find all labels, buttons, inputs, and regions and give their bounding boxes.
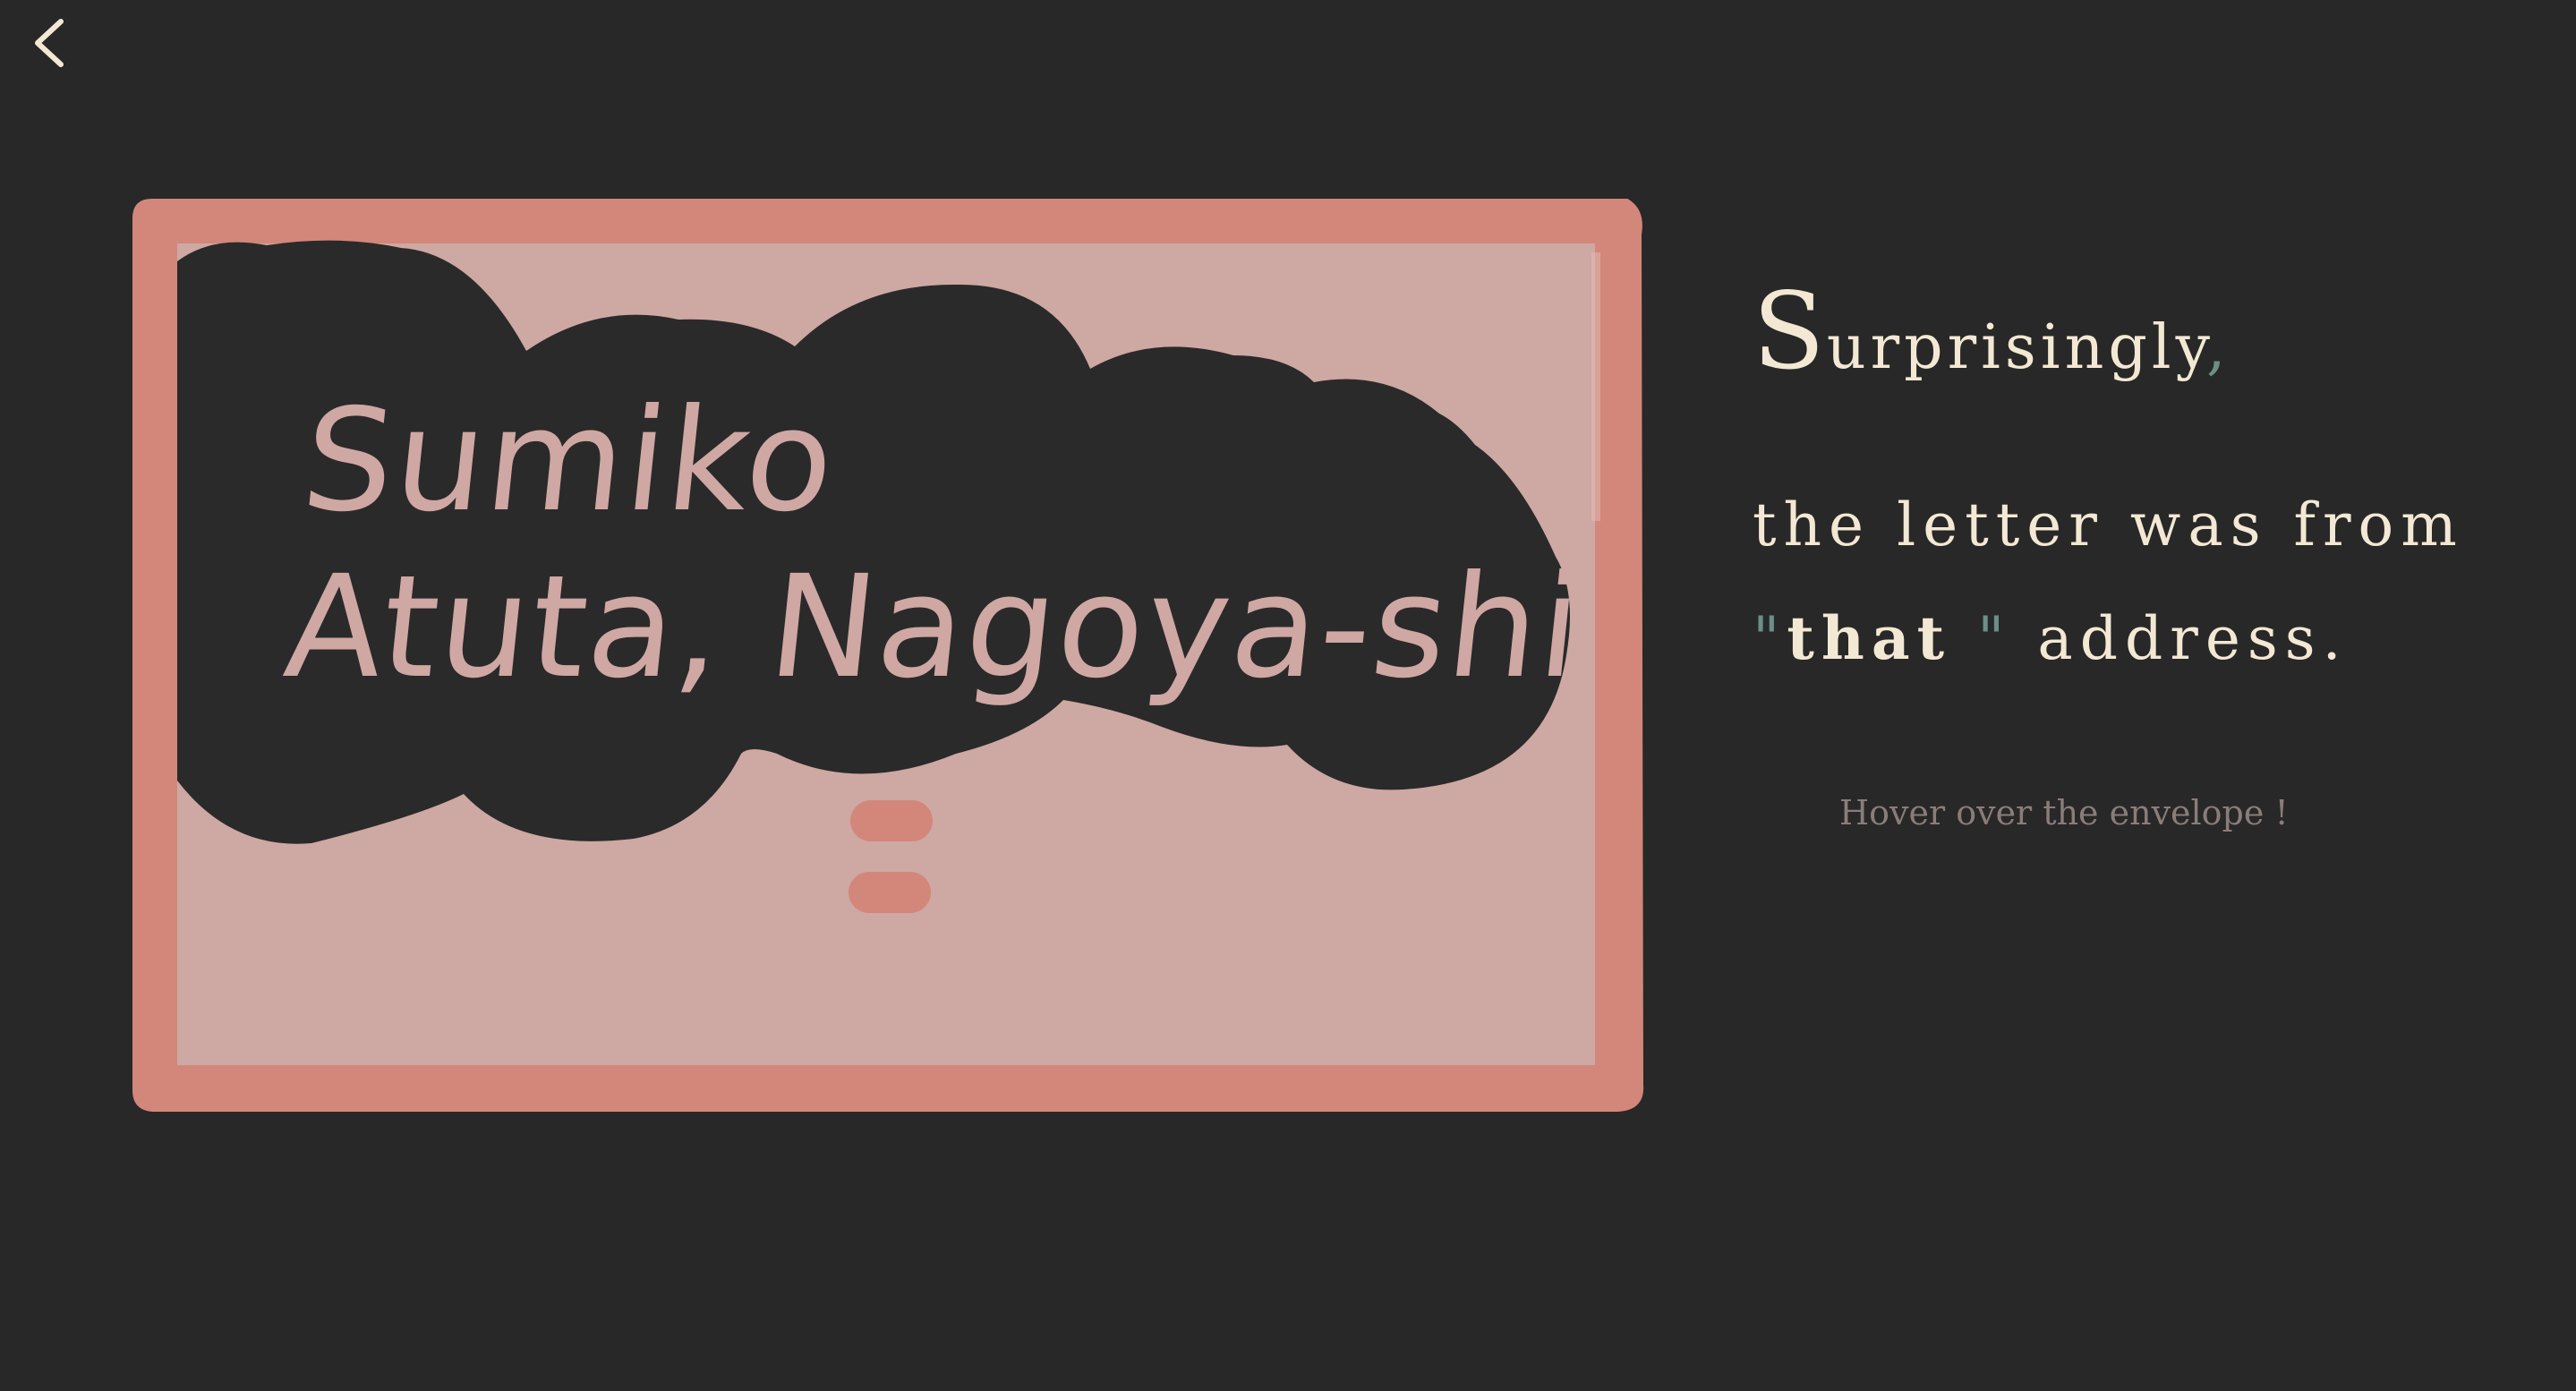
drop-cap: S — [1753, 269, 1827, 393]
story-line-2: the letter was from — [1753, 491, 2464, 559]
story-text: Surprisingly, the letter was from "that … — [1753, 269, 2464, 696]
line1-text: urprisingly — [1826, 312, 2207, 383]
back-button[interactable] — [27, 13, 81, 70]
recipient-address: Atuta, Nagoya-shi — [277, 545, 1591, 710]
recipient-name: Sumiko — [295, 379, 844, 543]
story-line-1: Surprisingly, — [1753, 269, 2464, 412]
story-line-3: "that " address. — [1753, 582, 2464, 696]
close-quote: " — [1951, 604, 2012, 673]
line3-text: address. — [2011, 604, 2349, 673]
envelope[interactable]: Sumiko Atuta, Nagoya-shi — [132, 199, 1645, 1112]
envelope-address: Sumiko Atuta, Nagoya-shi — [277, 378, 1607, 711]
line1-comma: , — [2206, 312, 2231, 383]
chevron-left-icon — [35, 19, 64, 67]
open-quote: " — [1753, 604, 1787, 673]
emphasis-that: that — [1787, 603, 1952, 673]
hover-hint: Hover over the envelope ! — [1839, 793, 2289, 832]
